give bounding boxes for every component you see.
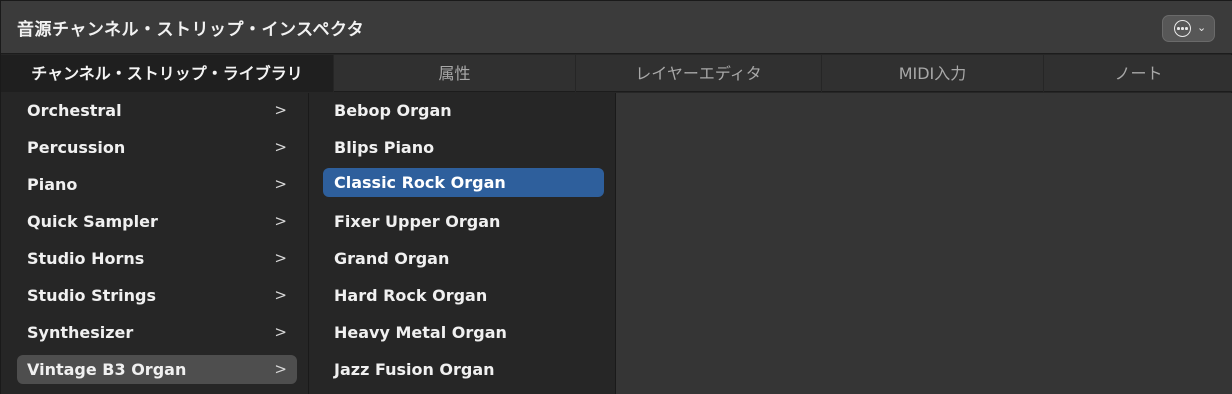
chevron-right-icon: > xyxy=(274,323,287,341)
patch-item[interactable]: Grand Organ xyxy=(323,244,604,273)
category-label: Studio Horns xyxy=(27,249,145,268)
patch-item[interactable]: Heavy Metal Organ xyxy=(323,318,604,347)
patch-column: Bebop Organ Blips Piano Classic Rock Org… xyxy=(308,93,615,394)
patch-item[interactable]: Blips Piano xyxy=(323,133,604,162)
chevron-down-icon: ⌄ xyxy=(1197,21,1207,34)
tab-attributes[interactable]: 属性 xyxy=(333,55,575,92)
action-menu-button[interactable]: ⌄ xyxy=(1162,15,1215,42)
category-item[interactable]: Percussion > xyxy=(17,133,297,162)
chevron-right-icon: > xyxy=(274,360,287,378)
window-title: 音源チャンネル・ストリップ・インスペクタ xyxy=(17,20,365,40)
category-label: Studio Strings xyxy=(27,286,156,305)
chevron-right-icon: > xyxy=(274,175,287,193)
category-label: Vintage B3 Organ xyxy=(27,360,187,379)
category-item[interactable]: Orchestral > xyxy=(17,96,297,125)
ellipsis-circle-icon xyxy=(1174,20,1191,37)
chevron-right-icon: > xyxy=(274,212,287,230)
patch-item[interactable]: Hard Rock Organ xyxy=(323,281,604,310)
tab-notes[interactable]: ノート xyxy=(1043,55,1232,92)
channel-strip-inspector-window: 音源チャンネル・ストリップ・インスペクタ ⌄ チャンネル・ストリップ・ライブラリ… xyxy=(0,0,1232,394)
chevron-right-icon: > xyxy=(274,101,287,119)
category-label: Quick Sampler xyxy=(27,212,158,231)
category-label: Synthesizer xyxy=(27,323,134,342)
category-label: Orchestral xyxy=(27,101,122,120)
category-item[interactable]: Piano > xyxy=(17,170,297,199)
category-item[interactable]: Studio Horns > xyxy=(17,244,297,273)
patch-item[interactable]: Fixer Upper Organ xyxy=(323,207,604,236)
title-bar: 音源チャンネル・ストリップ・インスペクタ ⌄ xyxy=(1,1,1232,54)
tab-channel-strip-library[interactable]: チャンネル・ストリップ・ライブラリ xyxy=(1,55,333,92)
chevron-right-icon: > xyxy=(274,286,287,304)
category-label: Percussion xyxy=(27,138,126,157)
empty-detail-pane xyxy=(615,93,1232,394)
tab-layer-editor[interactable]: レイヤーエディタ xyxy=(575,55,821,92)
chevron-right-icon: > xyxy=(274,138,287,156)
patch-item[interactable]: Jazz Fusion Organ xyxy=(323,355,604,384)
chevron-right-icon: > xyxy=(274,249,287,267)
category-item[interactable]: Studio Strings > xyxy=(17,281,297,310)
patch-item-selected[interactable]: Classic Rock Organ xyxy=(323,168,604,197)
category-item[interactable]: Synthesizer > xyxy=(17,318,297,347)
category-item[interactable]: Quick Sampler > xyxy=(17,207,297,236)
tab-midi-input[interactable]: MIDI入力 xyxy=(821,55,1043,92)
category-item-selected[interactable]: Vintage B3 Organ > xyxy=(17,355,297,384)
tab-bar: チャンネル・ストリップ・ライブラリ 属性 レイヤーエディタ MIDI入力 ノート xyxy=(1,55,1232,92)
category-label: Piano xyxy=(27,175,78,194)
patch-item[interactable]: Bebop Organ xyxy=(323,96,604,125)
category-column: Orchestral > Percussion > Piano > Quick … xyxy=(1,93,308,394)
